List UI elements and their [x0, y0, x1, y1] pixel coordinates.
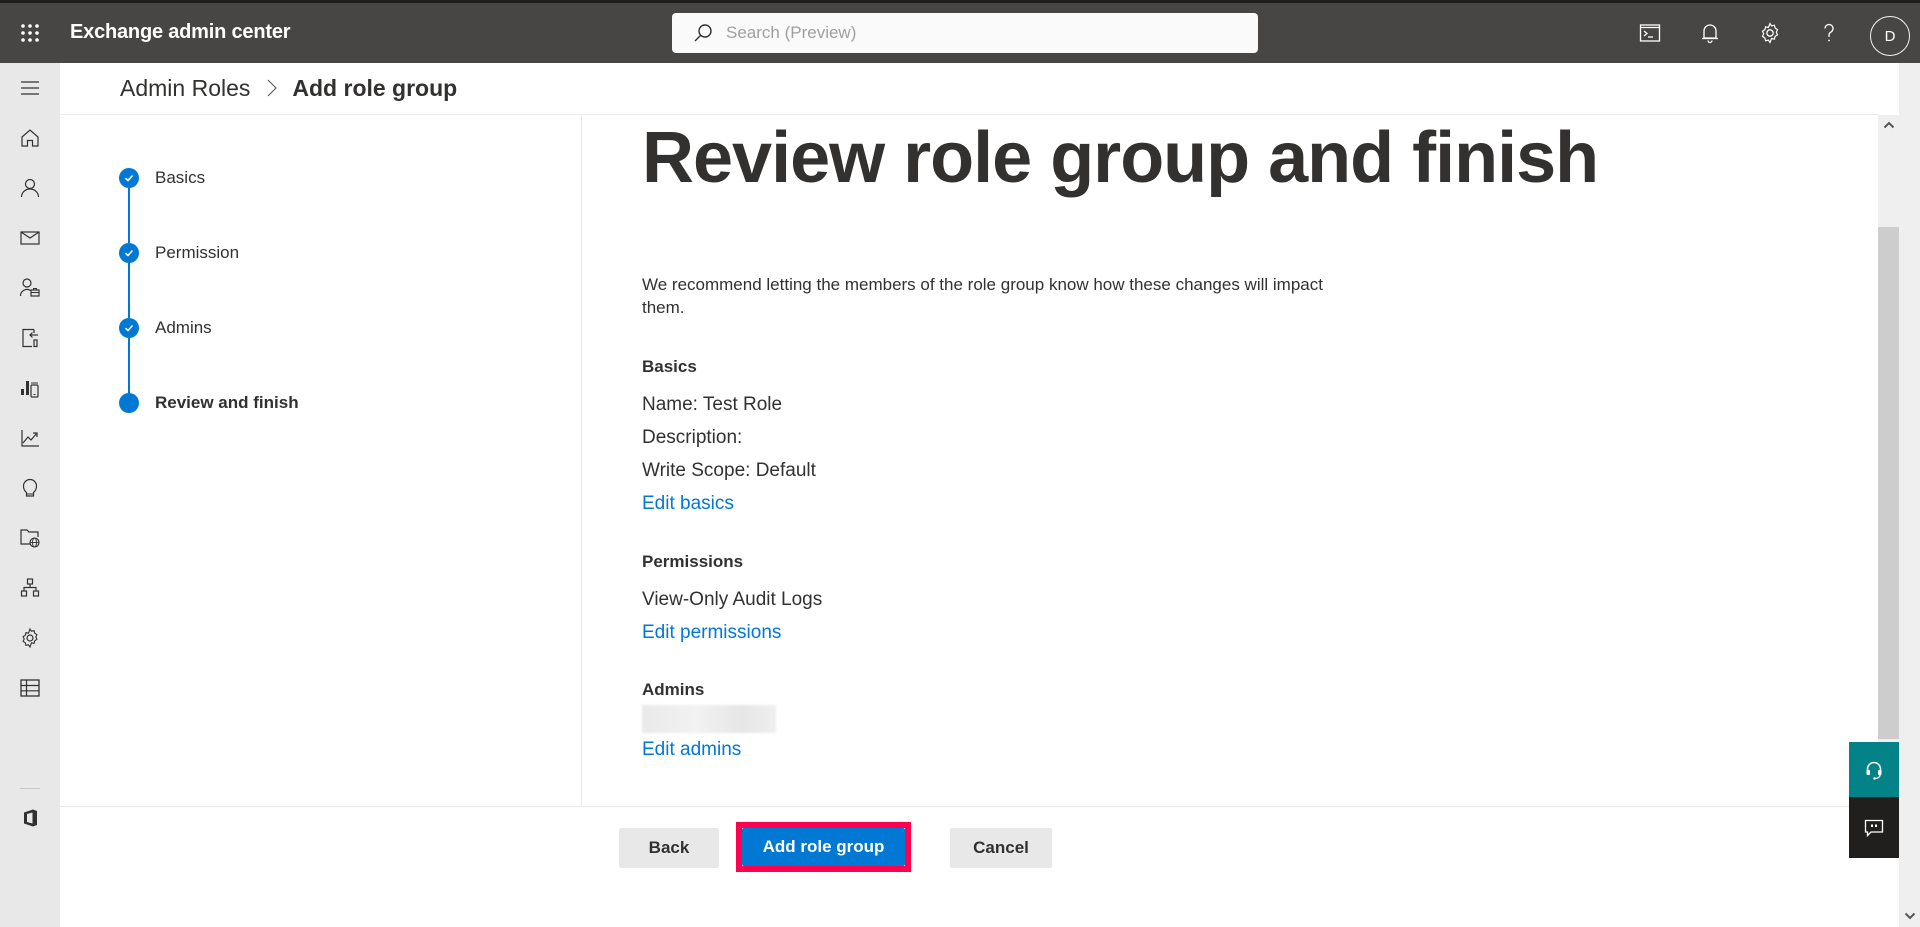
checkmark-icon [119, 318, 139, 338]
nav-item-insights[interactable] [10, 468, 50, 508]
edit-admins-link[interactable]: Edit admins [642, 733, 741, 766]
admin-name-redacted [642, 705, 776, 733]
review-panel: Review role group and finish We recommen… [582, 115, 1878, 806]
nav-collapse-button[interactable] [10, 68, 50, 108]
search-icon [690, 20, 716, 46]
help-button[interactable] [1811, 15, 1847, 51]
office-logo-icon [24, 809, 37, 827]
current-step-dot-icon [119, 393, 139, 413]
cancel-button[interactable]: Cancel [950, 828, 1052, 868]
page-title: Review role group and finish [642, 118, 1599, 198]
nav-item-settings[interactable] [10, 618, 50, 658]
role-name: Name: Test Role [642, 394, 783, 415]
scroll-up-button[interactable] [1878, 115, 1899, 135]
help-question-icon [1824, 23, 1834, 42]
step-label: Permission [155, 243, 240, 262]
notifications-button[interactable] [1692, 15, 1728, 51]
feedback-chat-icon [1864, 819, 1884, 837]
chevron-down-icon [1904, 912, 1915, 920]
avatar-initial: D [1884, 27, 1896, 45]
step-label: Basics [155, 168, 206, 187]
basics-section: Basics Name: Test Role Description: Writ… [642, 356, 816, 520]
settings-gear-icon [1761, 22, 1779, 44]
headset-support-icon [1866, 761, 1882, 780]
nav-item-organization[interactable] [10, 568, 50, 608]
user-avatar-button[interactable]: D [1870, 16, 1910, 56]
search-box[interactable] [672, 13, 1258, 53]
footer-divider [60, 806, 1849, 807]
permissions-section: Permissions View-Only Audit Logs Edit pe… [642, 551, 822, 649]
public-folders-icon [20, 529, 40, 548]
step-connector [128, 338, 130, 393]
scroll-down-button[interactable] [1899, 905, 1920, 927]
step-label: Review and finish [155, 393, 299, 412]
cloud-shell-button[interactable] [1632, 15, 1668, 51]
checkmark-icon [119, 168, 139, 188]
hamburger-menu-icon [21, 81, 39, 95]
settings-button[interactable] [1752, 15, 1788, 51]
notifications-bell-icon [1702, 24, 1718, 44]
step-review-and-finish[interactable]: Review and finish [119, 393, 299, 413]
step-admins[interactable]: Admins [119, 318, 212, 338]
nav-item-roles[interactable] [10, 268, 50, 308]
checkmark-icon [119, 243, 139, 263]
content-scrollbar[interactable] [1878, 115, 1899, 742]
nav-item-recipients[interactable] [10, 168, 50, 208]
breadcrumb-current-page: Add role group [292, 74, 458, 101]
mail-flow-envelope-icon [20, 231, 40, 245]
chevron-up-icon [1883, 121, 1894, 129]
search-input[interactable] [726, 23, 1226, 43]
other-features-table-icon [20, 679, 40, 697]
nav-item-other-features[interactable] [10, 668, 50, 708]
reports-chart-icon [21, 430, 39, 447]
edit-permissions-link[interactable]: Edit permissions [642, 616, 781, 649]
step-permission[interactable]: Permission [119, 243, 239, 263]
chevron-right-icon [266, 78, 278, 98]
admins-section: Admins Edit admins [642, 679, 776, 766]
feedback-button[interactable] [1849, 797, 1899, 858]
role-description: Description: [642, 427, 743, 448]
nav-item-mobile[interactable] [10, 368, 50, 408]
permissions-heading: Permissions [642, 552, 744, 571]
nav-item-public-folders[interactable] [10, 518, 50, 558]
intro-text: We recommend letting the members of the … [642, 275, 1323, 317]
cloud-shell-icon [1639, 24, 1661, 42]
scrollbar-thumb[interactable] [1878, 227, 1899, 739]
nav-separator [20, 788, 40, 789]
app-launcher-button[interactable] [14, 17, 46, 49]
left-navigation [0, 63, 60, 927]
support-button[interactable] [1849, 742, 1899, 797]
nav-item-mail-flow[interactable] [10, 218, 50, 258]
add-role-group-button[interactable]: Add role group [742, 828, 905, 866]
settings-gear-icon [22, 627, 38, 649]
nav-item-m365-admin-center[interactable] [10, 798, 50, 838]
page-scrollbar[interactable] [1899, 63, 1920, 927]
step-connector [128, 263, 130, 318]
nav-item-home[interactable] [10, 118, 50, 158]
breadcrumb-admin-roles[interactable]: Admin Roles [120, 75, 250, 102]
mobile-icon [21, 381, 39, 398]
permission-item: View-Only Audit Logs [642, 589, 823, 610]
basics-heading: Basics [642, 357, 697, 376]
back-button[interactable]: Back [619, 828, 719, 868]
organization-icon [20, 578, 40, 597]
app-title[interactable]: Exchange admin center [70, 21, 291, 44]
nav-item-migration[interactable] [10, 318, 50, 358]
app-launcher-icon [21, 24, 39, 42]
step-connector [128, 188, 130, 243]
edit-basics-link[interactable]: Edit basics [642, 487, 734, 520]
roles-person-briefcase-icon [19, 278, 40, 297]
top-header: Exchange admin center D [0, 3, 1920, 63]
role-write-scope: Write Scope: Default [642, 460, 816, 481]
home-icon [21, 129, 39, 147]
step-label: Admins [155, 318, 212, 337]
recipients-person-icon [20, 178, 40, 198]
nav-item-reports[interactable] [10, 418, 50, 458]
breadcrumb: Admin Roles Add role group [120, 72, 457, 104]
insights-lightbulb-icon [22, 478, 38, 497]
highlight-box: Add role group [736, 822, 911, 872]
admins-heading: Admins [642, 680, 705, 699]
migration-icon [22, 328, 38, 348]
step-basics[interactable]: Basics [119, 168, 205, 188]
